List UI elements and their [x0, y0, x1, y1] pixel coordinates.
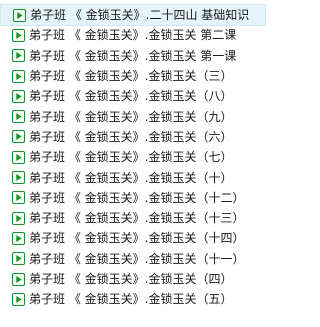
video-file-icon — [12, 130, 25, 144]
file-name: 弟子班 《 金锁玉关》.金锁玉关（三） — [29, 69, 233, 84]
file-list-item[interactable]: 弟子班 《 金锁玉关》.金锁玉关（三） — [0, 66, 267, 86]
file-name: 弟子班 《 金锁玉关》.金锁玉关（六） — [29, 129, 233, 144]
video-file-icon — [12, 28, 25, 42]
file-name: 弟子班 《 金锁玉关》.金锁玉关 第一课 — [29, 48, 237, 63]
file-list-item[interactable]: 弟子班 《 金锁玉关》.金锁玉关（七） — [0, 147, 267, 167]
video-file-icon — [12, 49, 25, 63]
file-name: 弟子班 《 金锁玉关》.金锁玉关（七） — [29, 150, 233, 165]
file-name: 弟子班 《 金锁玉关》.金锁玉关（十） — [29, 170, 233, 185]
file-name: 弟子班 《 金锁玉关》.金锁玉关（五） — [29, 292, 233, 307]
video-file-icon — [12, 252, 25, 266]
file-name: 弟子班 《 金锁玉关》.二十四山 基础知识 — [30, 8, 250, 23]
file-list-item[interactable]: 弟子班 《 金锁玉关》.金锁玉关（十三） — [0, 208, 267, 228]
file-list-item[interactable]: 弟子班 《 金锁玉关》.金锁玉关 第一课 — [0, 46, 267, 66]
file-list-item[interactable]: 弟子班 《 金锁玉关》.二十四山 基础知识 — [0, 3, 266, 27]
file-list-item[interactable]: 弟子班 《 金锁玉关》.金锁玉关（五） — [0, 289, 267, 309]
video-file-icon — [12, 171, 25, 185]
file-list-item[interactable]: 弟子班 《 金锁玉关》.金锁玉关（十四） — [0, 228, 267, 248]
file-name: 弟子班 《 金锁玉关》.金锁玉关（九） — [29, 109, 233, 124]
video-file-icon — [12, 89, 25, 103]
video-file-icon — [12, 292, 25, 306]
file-list-item[interactable]: 弟子班 《 金锁玉关》.金锁玉关（六） — [0, 127, 267, 147]
video-file-icon — [12, 191, 25, 205]
video-file-icon — [13, 8, 26, 22]
file-list-item[interactable]: 弟子班 《 金锁玉关》.金锁玉关（八） — [0, 86, 267, 106]
file-name: 弟子班 《 金锁玉关》.金锁玉关（八） — [29, 89, 233, 104]
file-name: 弟子班 《 金锁玉关》.金锁玉关 第二课 — [29, 28, 237, 43]
video-file-icon — [12, 231, 25, 245]
video-file-icon — [12, 211, 25, 225]
video-file-icon — [12, 272, 25, 286]
file-name: 弟子班 《 金锁玉关》.金锁玉关（十一） — [29, 251, 245, 266]
file-name: 弟子班 《 金锁玉关》.金锁玉关（十三） — [29, 211, 245, 226]
file-name: 弟子班 《 金锁玉关》.金锁玉关（十四） — [29, 231, 245, 246]
file-list-item[interactable]: 弟子班 《 金锁玉关》.金锁玉关（四） — [0, 269, 267, 289]
file-list-item[interactable]: 弟子班 《 金锁玉关》.金锁玉关 第二课 — [0, 25, 267, 45]
video-file-icon — [12, 150, 25, 164]
file-name: 弟子班 《 金锁玉关》.金锁玉关（十二） — [29, 190, 245, 205]
file-list-item[interactable]: 弟子班 《 金锁玉关》.金锁玉关（十） — [0, 167, 267, 187]
video-file-icon — [12, 110, 25, 124]
file-list-item[interactable]: 弟子班 《 金锁玉关》.金锁玉关（九） — [0, 106, 267, 126]
file-list-item[interactable]: 弟子班 《 金锁玉关》.金锁玉关（十一） — [0, 249, 267, 269]
file-list: 弟子班 《 金锁玉关》.二十四山 基础知识 弟子班 《 金锁玉关》.金锁玉关 第… — [0, 0, 267, 327]
video-file-icon — [12, 69, 25, 83]
file-name: 弟子班 《 金锁玉关》.金锁玉关（四） — [29, 272, 233, 286]
file-list-item[interactable]: 弟子班 《 金锁玉关》.金锁玉关（十二） — [0, 188, 267, 208]
